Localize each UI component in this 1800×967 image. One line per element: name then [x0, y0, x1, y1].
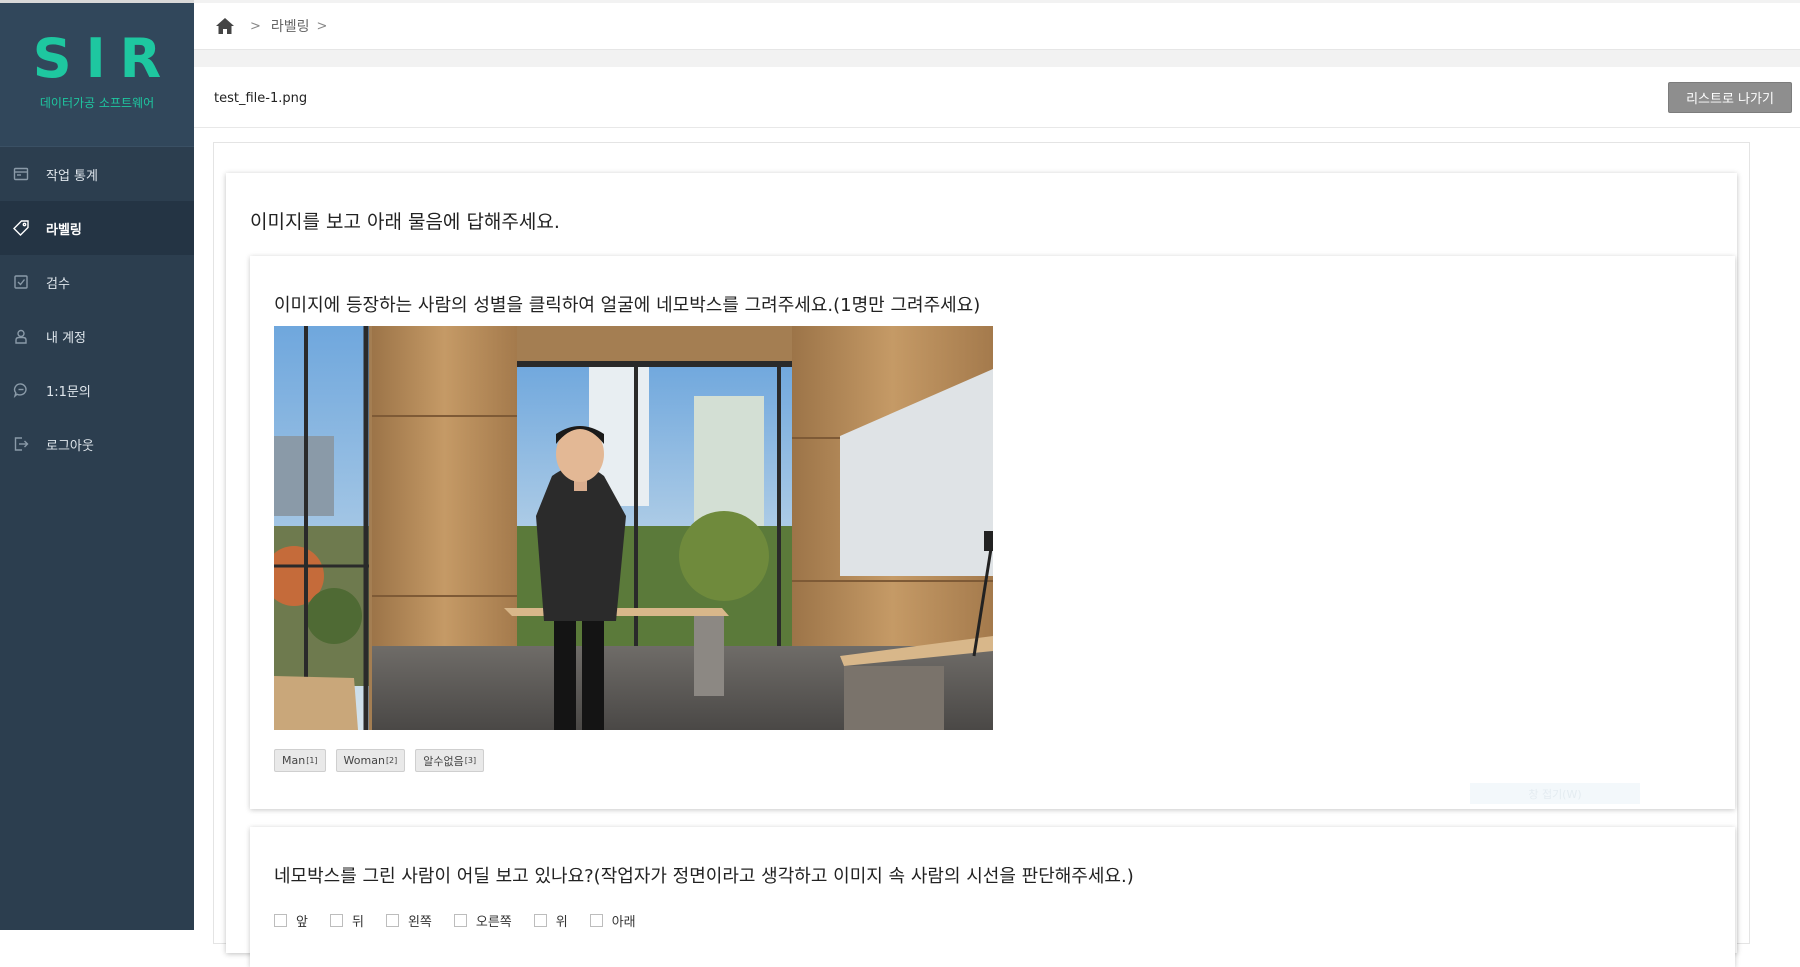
answer-unknown-button[interactable]: 알수없음 [3] [415, 749, 485, 772]
file-header: test_file-1.png 리스트로 나가기 [194, 67, 1800, 128]
breadcrumb: > 라벨링 > [194, 3, 1800, 50]
sidebar-item-label: 1:1문의 [46, 384, 91, 400]
sidebar-item-account[interactable]: 내 계정 [0, 309, 194, 363]
sidebar-item-label: 내 계정 [46, 330, 87, 346]
tag-icon [12, 219, 30, 237]
option-label: 앞 [296, 915, 308, 930]
breadcrumb-separator: > [250, 18, 261, 34]
answer-man-button[interactable]: Man [1] [274, 749, 326, 772]
breadcrumb-item-labeling[interactable]: 라벨링 [271, 16, 310, 36]
shortcut-key: [3] [464, 756, 477, 765]
checkbox[interactable] [274, 914, 287, 927]
task-card: 이미지를 보고 아래 물음에 답해주세요. 이미지에 등장하는 사람의 성별을 … [226, 173, 1737, 967]
sidebar-item-label: 작업 통계 [46, 168, 98, 184]
back-to-list-button[interactable]: 리스트로 나가기 [1668, 82, 1792, 113]
sidebar-item-statistics[interactable]: 작업 통계 [0, 147, 194, 201]
sidebar-item-labeling[interactable]: 라벨링 [0, 201, 194, 255]
option-label: 위 [555, 915, 568, 930]
file-name: test_file-1.png [214, 91, 308, 106]
checkbox-icon [12, 273, 30, 291]
sidebar-item-label: 로그아웃 [46, 438, 94, 454]
logo: SIR [32, 27, 176, 90]
answer-label: Woman [343, 754, 385, 767]
answer-label: 알수없음 [423, 754, 464, 768]
chat-icon [12, 381, 30, 399]
brand-subtitle: 데이터가공 소프트웨어 [39, 96, 155, 110]
collapse-button[interactable]: 창 접기(W) [1470, 783, 1640, 804]
option-label: 왼쪽 [407, 915, 432, 930]
checkbox[interactable] [533, 914, 547, 927]
gaze-options: 앞 뒤 왼쪽 오른쪽 위 아래 [274, 911, 658, 930]
content-area: 이미지를 보고 아래 물음에 답해주세요. 이미지에 등장하는 사람의 성별을 … [194, 128, 1800, 967]
checkbox[interactable] [589, 914, 603, 927]
question-card-gaze: 네모박스를 그린 사람이 어딜 보고 있나요?(작업자가 정면이라고 생각하고 … [250, 827, 1735, 967]
sidebar-item-label: 라벨링 [46, 222, 82, 238]
option-up[interactable]: 위 [533, 911, 568, 930]
main-area: > 라벨링 > test_file-1.png 리스트로 나가기 이미지를 보고… [194, 0, 1800, 967]
option-down[interactable]: 아래 [589, 911, 636, 930]
checkbox[interactable] [385, 914, 399, 927]
sidebar: SIR 데이터가공 소프트웨어 작업 통계 라벨링 검수 내 계정 1:1문의 [0, 0, 194, 930]
user-icon [12, 327, 30, 345]
option-front[interactable]: 앞 [274, 911, 308, 930]
brand[interactable]: SIR 데이터가공 소프트웨어 [0, 3, 194, 147]
gender-answer-buttons: Man [1] Woman [2] 알수없음 [3] [274, 749, 485, 772]
answer-woman-button[interactable]: Woman [2] [335, 749, 406, 772]
sidebar-item-inquiry[interactable]: 1:1문의 [0, 363, 194, 417]
shortcut-key: [1] [306, 756, 318, 765]
checkbox[interactable] [453, 914, 467, 927]
option-back[interactable]: 뒤 [329, 911, 364, 930]
sidebar-item-label: 검수 [46, 276, 70, 292]
checkbox[interactable] [329, 914, 343, 927]
sidebar-item-logout[interactable]: 로그아웃 [0, 417, 194, 471]
option-left[interactable]: 왼쪽 [385, 911, 432, 930]
shortcut-key: [2] [385, 756, 398, 765]
question-card-gender: 이미지에 등장하는 사람의 성별을 클릭하여 얼굴에 네모박스를 그려주세요.(… [250, 256, 1735, 809]
home-icon[interactable] [214, 15, 236, 37]
option-label: 오른쪽 [475, 915, 512, 930]
option-label: 뒤 [351, 915, 364, 930]
logout-icon [12, 435, 30, 453]
question-title: 이미지에 등장하는 사람의 성별을 클릭하여 얼굴에 네모박스를 그려주세요.(… [274, 295, 981, 316]
task-title: 이미지를 보고 아래 물음에 답해주세요. [250, 211, 560, 233]
option-right[interactable]: 오른쪽 [453, 911, 512, 930]
answer-label: Man [282, 754, 306, 767]
chart-icon [12, 165, 30, 183]
breadcrumb-separator: > [316, 18, 328, 34]
labeling-image[interactable] [274, 326, 993, 730]
task-container: 이미지를 보고 아래 물음에 답해주세요. 이미지에 등장하는 사람의 성별을 … [213, 142, 1750, 967]
option-label: 아래 [611, 915, 636, 930]
sidebar-item-review[interactable]: 검수 [0, 255, 194, 309]
question-title: 네모박스를 그린 사람이 어딜 보고 있나요?(작업자가 정면이라고 생각하고 … [274, 866, 1134, 887]
